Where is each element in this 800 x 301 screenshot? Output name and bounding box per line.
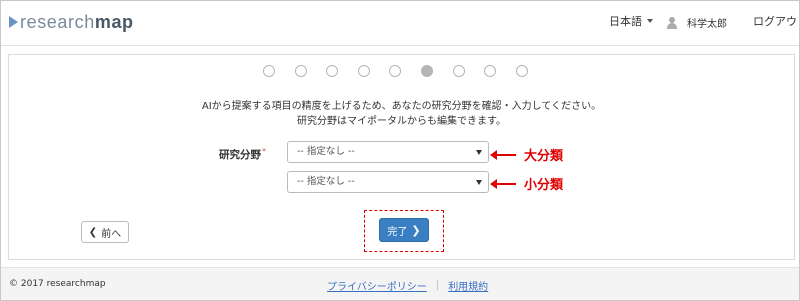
caret-down-icon bbox=[476, 150, 482, 155]
logo-text: researchmap bbox=[20, 11, 134, 32]
major-category-annotation: 大分類 bbox=[490, 145, 563, 164]
red-arrow-icon bbox=[490, 178, 516, 189]
intro-text-line2: 研究分野はマイポータルからも編集できます。 bbox=[297, 116, 506, 127]
progress-step-3 bbox=[326, 65, 339, 77]
language-selector[interactable]: 日本語 bbox=[609, 13, 653, 29]
footer-separator: | bbox=[435, 280, 440, 291]
progress-step-8 bbox=[484, 65, 497, 77]
language-label: 日本語 bbox=[609, 15, 642, 28]
progress-step-2 bbox=[294, 65, 307, 77]
progress-step-1 bbox=[263, 65, 275, 77]
progress-step-7 bbox=[452, 65, 465, 77]
progress-steps bbox=[263, 65, 547, 77]
progress-step-5 bbox=[389, 65, 402, 77]
caret-down-icon bbox=[647, 19, 653, 23]
user-name: 科学太郎 bbox=[687, 19, 727, 30]
page-frame: researchmap 日本語 科学太郎 ログアウト AIから提案する項目の精度… bbox=[0, 0, 800, 301]
intro-text-line1: AIから提案する項目の精度を上げるため、あなたの研究分野を確認・入力してください… bbox=[201, 101, 602, 112]
major-category-annotation-text: 大分類 bbox=[524, 149, 564, 164]
minor-category-annotation-text: 小分類 bbox=[524, 178, 564, 193]
major-category-select[interactable]: -- 指定なし -- bbox=[287, 141, 489, 163]
footer-links: プライバシーポリシー | 利用規約 bbox=[327, 278, 488, 293]
caret-down-icon bbox=[476, 180, 482, 185]
progress-step-6 bbox=[420, 65, 433, 77]
minor-category-select[interactable]: -- 指定なし -- bbox=[287, 171, 489, 193]
prev-button[interactable]: ❮ 前へ bbox=[81, 221, 129, 243]
done-button-label: 完了 bbox=[387, 226, 408, 238]
footer-bar: © 2017 researchmap プライバシーポリシー | 利用規約 bbox=[1, 267, 799, 300]
copyright: © 2017 researchmap bbox=[9, 279, 106, 289]
terms-of-use-link[interactable]: 利用規約 bbox=[448, 278, 488, 293]
done-button[interactable]: 完了 ❯ bbox=[379, 218, 429, 242]
logo-triangle-icon bbox=[9, 16, 18, 28]
main-panel: AIから提案する項目の精度を上げるため、あなたの研究分野を確認・入力してください… bbox=[8, 54, 795, 260]
prev-button-label: 前へ bbox=[101, 228, 122, 240]
user-icon bbox=[667, 16, 677, 29]
research-field-label: 研究分野* bbox=[219, 147, 266, 161]
copyright-text: 2017 researchmap bbox=[20, 279, 106, 289]
logout-link[interactable]: ログアウト bbox=[753, 13, 799, 29]
researchmap-logo[interactable]: researchmap bbox=[9, 12, 134, 32]
progress-step-9 bbox=[515, 65, 528, 77]
chevron-right-icon: ❯ bbox=[411, 223, 421, 237]
red-arrow-icon bbox=[490, 149, 516, 160]
chevron-left-icon: ❮ bbox=[88, 226, 98, 238]
copyright-icon: © bbox=[9, 279, 18, 289]
minor-category-value: -- 指定なし -- bbox=[297, 176, 355, 187]
progress-step-4 bbox=[357, 65, 370, 77]
major-category-value: -- 指定なし -- bbox=[297, 146, 355, 157]
user-menu[interactable]: 科学太郎 bbox=[667, 15, 727, 30]
minor-category-annotation: 小分類 bbox=[490, 174, 563, 193]
required-mark: * bbox=[262, 147, 266, 156]
privacy-policy-link[interactable]: プライバシーポリシー bbox=[327, 278, 427, 293]
header-bar: researchmap 日本語 科学太郎 ログアウト bbox=[1, 1, 799, 46]
